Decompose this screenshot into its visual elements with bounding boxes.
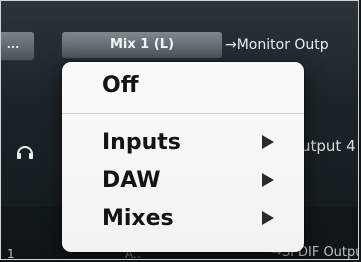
menu-item-label: Inputs — [102, 130, 181, 155]
mix-source-button[interactable]: Mix 1 (L) — [61, 31, 223, 59]
menu-item-label: DAW — [102, 168, 161, 193]
menu-item-inputs[interactable]: Inputs — [62, 124, 304, 162]
row3-left-label: 1 — [7, 247, 15, 260]
submenu-arrow-icon — [262, 173, 274, 187]
submenu-arrow-icon — [262, 135, 274, 149]
headphones-icon — [17, 146, 33, 159]
menu-item-mixes[interactable]: Mixes — [62, 200, 304, 238]
menu-item-label: Mixes — [102, 206, 174, 231]
submenu-arrow-icon — [262, 211, 274, 225]
source-popup-menu: Off Inputs DAW Mixes — [62, 62, 304, 252]
menu-item-off[interactable]: Off — [62, 68, 304, 104]
app-window: ... Mix 1 (L) →Monitor Outp utput 4 1 A.… — [0, 0, 359, 260]
output-label-row2: utput 4 — [301, 137, 356, 155]
destination-label: →Monitor Outp — [225, 37, 329, 53]
menu-item-daw[interactable]: DAW — [62, 162, 304, 200]
menu-separator — [62, 113, 304, 114]
previous-source-button[interactable]: ... — [1, 31, 35, 61]
